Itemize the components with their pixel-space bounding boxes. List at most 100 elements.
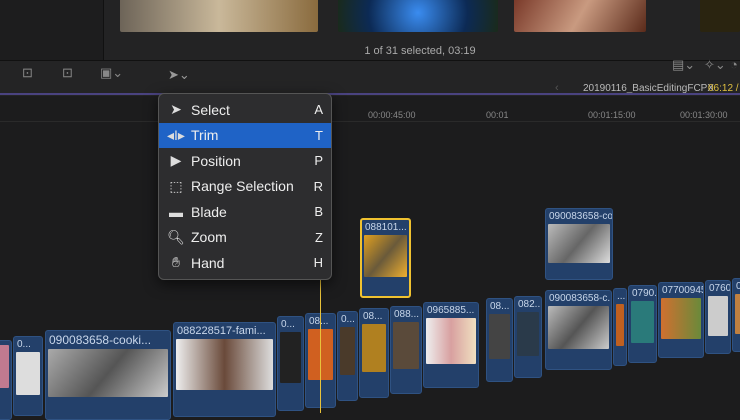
ruler-label: 00:01:15:00	[588, 110, 636, 120]
storyline-clip[interactable]: 08...	[359, 308, 389, 398]
clip-thumbnail	[280, 332, 301, 384]
clip-appearance-icon[interactable]: ▤⌄	[672, 57, 695, 73]
blade-icon: ▬	[169, 203, 183, 220]
storyline-clip[interactable]: ...	[613, 288, 627, 366]
shortcut-key: A	[314, 102, 323, 118]
storyline-clip[interactable]: 0790...	[628, 285, 657, 363]
shortcut-key: H	[313, 255, 323, 271]
clip-thumbnail	[340, 327, 355, 376]
clip-thumbnail	[708, 296, 728, 336]
clip-label: 090083658-co...	[549, 211, 612, 222]
shortcut-key: P	[314, 153, 323, 169]
zoom-icon: 🔍︎	[167, 228, 185, 245]
clip-thumbnail	[426, 318, 476, 365]
clip-thumbnail	[517, 312, 539, 356]
hand-icon: ✋︎	[172, 254, 180, 271]
storyline-clip[interactable]: 090083658-c...	[545, 290, 612, 370]
shortcut-key: Z	[315, 229, 323, 245]
storyline-clip[interactable]: 0	[732, 278, 740, 352]
menu-item-trim[interactable]: ◂I▸ Trim T	[159, 122, 331, 148]
clip-thumbnail	[362, 324, 386, 373]
browser-thumbnail[interactable]	[514, 0, 646, 32]
menu-item-position[interactable]: ▶ Position P	[159, 148, 331, 174]
clip-label: 088228517-fami...	[177, 325, 266, 337]
menu-item-label: Trim	[191, 127, 219, 144]
clip-thumbnail	[548, 224, 610, 263]
connected-clip[interactable]: 090083658-co...	[545, 208, 613, 280]
clip-thumbnail	[616, 304, 624, 346]
tool-menu-button[interactable]: ➤⌄	[168, 67, 190, 83]
clip-label: 0...	[17, 339, 31, 350]
storyline-clip[interactable]: 0760...	[705, 280, 731, 354]
speed-icon[interactable]: ◔	[730, 57, 738, 72]
tool-menu: ➤ Select A ◂I▸ Trim T ▶ Position P ⬚ Range Sele…	[158, 93, 332, 280]
clip-label: 08...	[490, 301, 510, 312]
storyline-clip[interactable]: 088...	[390, 306, 422, 394]
clip-label: 090083658-cooki...	[49, 333, 152, 347]
storyline-clip[interactable]: 0...	[337, 311, 358, 401]
clip-label: 088...	[394, 309, 420, 320]
storyline-clip[interactable]: 077009451...	[658, 282, 704, 358]
selection-status: 1 of 31 selected, 03:19	[364, 45, 476, 57]
effects-icon[interactable]: ✧⌄	[704, 57, 726, 73]
clip-thumbnail	[548, 306, 609, 349]
clip-thumbnail	[0, 345, 9, 388]
clip-label: 077009451...	[662, 285, 703, 296]
menu-item-label: Blade	[191, 203, 227, 220]
storyline-clip[interactable]: 090083658-cooki...	[45, 330, 171, 420]
menu-item-label: Zoom	[191, 229, 227, 246]
menu-item-range-selection[interactable]: ⬚ Range Selection R	[159, 174, 331, 200]
insert-clip-icon[interactable]: ⊡	[62, 65, 73, 81]
arrow-icon: ➤	[170, 101, 182, 118]
clip-label: 088101...	[365, 222, 407, 233]
clip-label: 090083658-c...	[549, 293, 611, 304]
ruler-label: 00:00:45:00	[368, 110, 416, 120]
menu-item-label: Range Selection	[191, 178, 294, 195]
clip-label: 08...	[363, 311, 383, 322]
clip-thumbnail	[48, 349, 168, 398]
clip-thumbnail	[661, 298, 701, 339]
position-icon: ▶	[170, 152, 182, 169]
menu-item-hand[interactable]: ✋︎ Hand H	[159, 250, 331, 276]
connect-clip-icon[interactable]: ⊡	[22, 65, 33, 81]
storyline-clip[interactable]: 0965885...	[423, 302, 479, 388]
range-selection-icon: ⬚	[169, 177, 183, 194]
clip-thumbnail	[489, 314, 510, 360]
clip-label: ...	[617, 291, 626, 302]
timeline-divider	[0, 93, 740, 95]
storyline-clip[interactable]: 0...	[13, 336, 43, 416]
clip-label: 0760...	[709, 283, 730, 294]
ruler-label: 00:01	[486, 110, 509, 120]
clip-thumbnail	[631, 301, 654, 343]
trim-icon: ◂I▸	[167, 126, 185, 143]
clip-thumbnail	[393, 322, 419, 370]
append-clip-icon[interactable]: ▣⌄	[100, 65, 123, 81]
storyline-clip[interactable]: 0...	[277, 316, 304, 411]
clip-label: 0...	[281, 319, 295, 330]
browser-thumbnail[interactable]	[120, 0, 318, 32]
clip-label: 082...	[518, 299, 541, 310]
storyline-clip[interactable]: 08...	[486, 298, 513, 382]
menu-item-blade[interactable]: ▬ Blade B	[159, 199, 331, 225]
storyline-clip[interactable]	[0, 340, 12, 420]
clip-thumbnail	[735, 294, 740, 334]
browser-thumbnail[interactable]	[338, 0, 498, 32]
clip-label: 0790...	[632, 288, 656, 299]
clip-thumbnail	[364, 235, 407, 277]
clip-thumbnail	[176, 339, 273, 391]
storyline-clip[interactable]: 082...	[514, 296, 542, 378]
clip-label: 0965885...	[427, 305, 475, 316]
clip-label: 0	[733, 279, 740, 294]
menu-item-label: Hand	[191, 254, 225, 271]
menu-item-select[interactable]: ➤ Select A	[159, 97, 331, 123]
menu-item-label: Position	[191, 152, 241, 169]
clip-thumbnail	[16, 352, 40, 395]
menu-item-label: Select	[191, 101, 230, 118]
browser-thumbnail[interactable]	[700, 0, 740, 32]
storyline-clip[interactable]: 088228517-fami...	[173, 322, 276, 417]
shortcut-key: B	[314, 204, 323, 220]
connected-clip[interactable]: 088101...	[360, 218, 411, 298]
shortcut-key: T	[315, 127, 323, 143]
menu-item-zoom[interactable]: 🔍︎ Zoom Z	[159, 225, 331, 251]
ruler-label: 00:01:30:00	[680, 110, 728, 120]
